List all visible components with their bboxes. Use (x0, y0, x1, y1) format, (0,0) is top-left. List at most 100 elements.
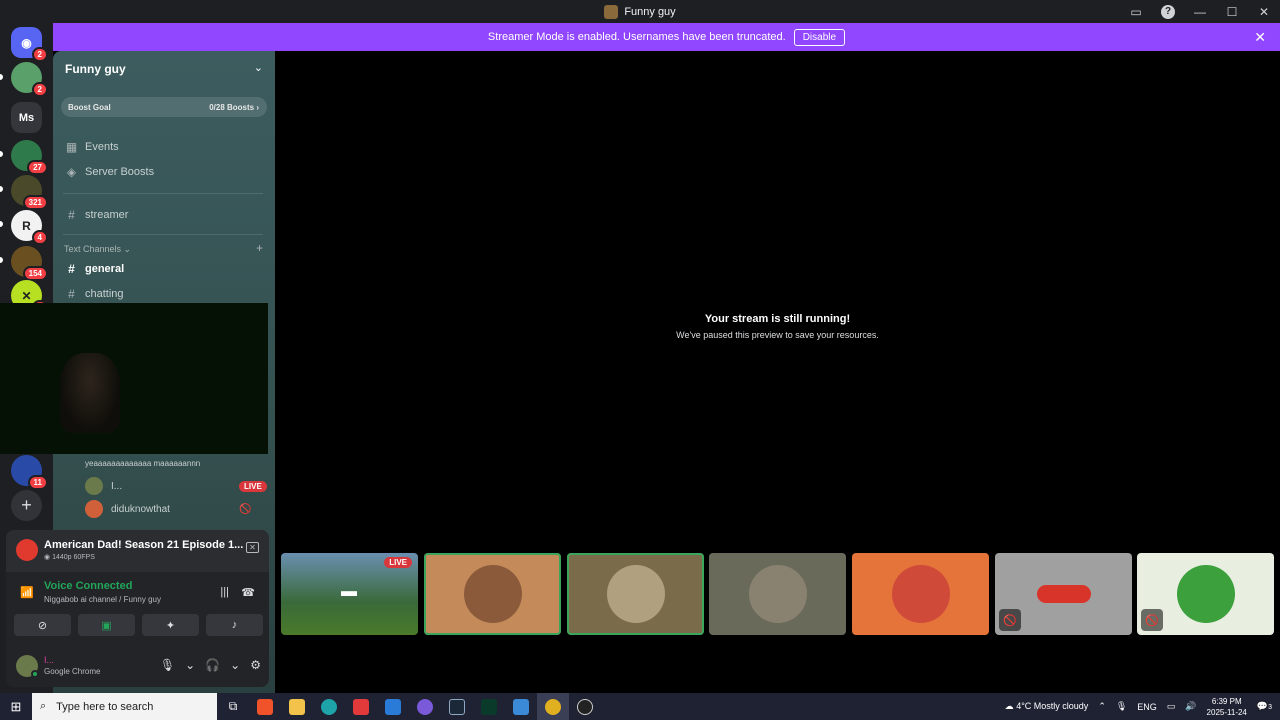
activities-button[interactable]: ✦ (142, 614, 199, 636)
volume-icon[interactable]: 🔊 (1185, 701, 1196, 712)
inbox-icon[interactable]: ▭ (1120, 0, 1152, 23)
participant-tile[interactable] (852, 553, 989, 635)
channel-chatting[interactable]: # chatting (65, 287, 123, 301)
webcam-preview[interactable] (0, 303, 268, 454)
app-icon[interactable] (569, 693, 601, 720)
unread-pill (0, 221, 3, 227)
channel-streamer[interactable]: # streamer (65, 208, 128, 222)
clock[interactable]: 6:39 PM 2025-11-24 (1207, 696, 1247, 718)
now-playing[interactable]: American Dad! Season 21 Episode 1... ◉ 1… (6, 530, 269, 572)
windows-start-icon[interactable]: ⊞ (0, 693, 32, 720)
chevron-down-icon[interactable]: ⌄ (185, 658, 195, 672)
close-window-button[interactable]: ✕ (1248, 0, 1280, 23)
chrome-icon[interactable] (537, 693, 569, 720)
edge-icon[interactable] (313, 693, 345, 720)
maximize-button[interactable]: ☐ (1216, 0, 1248, 23)
task-view-icon[interactable]: ⧉ (217, 693, 249, 720)
chevron-down-icon[interactable]: ⌄ (254, 61, 263, 74)
server-icon[interactable]: 2 (11, 62, 48, 97)
noise-suppression-icon[interactable]: ||| (220, 586, 229, 598)
steam-icon[interactable] (441, 693, 473, 720)
stop-stream-icon[interactable]: ✕ (246, 542, 259, 553)
voice-status[interactable]: Voice Connected (44, 580, 132, 592)
participant-tile[interactable] (709, 553, 846, 635)
voice-activity-text: yeaaaaaaaaaaaaa maaaaaannn (85, 459, 201, 468)
boost-goal-bar[interactable]: Boost Goal 0/28 Boosts › (61, 97, 267, 117)
server-icon[interactable]: 154 (11, 246, 48, 281)
participant-tile[interactable] (424, 553, 561, 635)
add-server-button[interactable]: + (11, 490, 42, 521)
file-explorer-icon[interactable] (281, 693, 313, 720)
app-icon[interactable] (345, 693, 377, 720)
app-icon[interactable] (377, 693, 409, 720)
server-icon[interactable]: R4 (11, 210, 48, 245)
user-name: I... (44, 655, 55, 665)
streamer-mode-text: Streamer Mode is enabled. Usernames have… (487, 31, 786, 43)
server-boosts-item[interactable]: ◈ Server Boosts (65, 165, 154, 179)
boost-goal-label: Boost Goal (68, 102, 111, 112)
chrome-shape (545, 698, 561, 715)
chevron-up-icon[interactable]: ⌃ (1098, 701, 1106, 712)
app-icon[interactable] (505, 693, 537, 720)
weather-widget[interactable]: ☁ 4°C Mostly cloudy (1005, 701, 1089, 712)
add-channel-icon[interactable]: + (256, 241, 263, 255)
participant-tile[interactable] (567, 553, 704, 635)
network-icon[interactable]: ▭ (1167, 701, 1176, 712)
server-badge: 321 (22, 195, 48, 210)
app-icon[interactable] (473, 693, 505, 720)
minimize-button[interactable]: — (1184, 0, 1216, 23)
voice-user-name: I... (111, 480, 123, 492)
language-indicator[interactable]: ENG (1137, 702, 1157, 712)
taskbar-search-text: Type here to search (56, 700, 154, 713)
app-icon[interactable] (409, 693, 441, 720)
avatar (85, 500, 103, 518)
chevron-down-icon[interactable]: ⌄ (230, 658, 240, 672)
close-icon[interactable]: ✕ (1254, 29, 1266, 46)
disable-streamer-mode-button[interactable]: Disable (793, 28, 846, 46)
microphone-icon[interactable]: 🎙 (160, 658, 175, 672)
edge-shape (321, 698, 337, 715)
server-icon[interactable]: 27 (11, 140, 48, 175)
events-item[interactable]: ▦ Events (65, 140, 119, 154)
signal-icon[interactable]: 📶 (20, 586, 34, 599)
brave-icon[interactable] (249, 693, 281, 720)
participant-tile[interactable]: 🚫 (995, 553, 1132, 635)
camera-off-button[interactable]: ⊘ (14, 614, 71, 636)
app-shape (353, 698, 369, 715)
soundboard-button[interactable]: ♪ (206, 614, 263, 636)
disconnect-icon[interactable]: ☎ (241, 586, 255, 599)
avatar (607, 565, 665, 623)
window-title: Funny guy (604, 4, 676, 19)
server-name[interactable]: Funny guy (65, 62, 126, 76)
settings-gear-icon[interactable]: ⚙ (250, 658, 261, 672)
current-user[interactable]: I... Google Chrome 🎙 ⌄ 🎧 ⌄ ⚙ (14, 655, 261, 681)
server-badge: 4 (31, 230, 48, 245)
boost-goal-value-wrap: 0/28 Boosts › (209, 102, 259, 112)
notifications-icon[interactable]: 💬3 (1257, 701, 1272, 712)
screen-share-icon: ▬ (341, 583, 357, 600)
app-shape (577, 698, 593, 715)
voice-user[interactable]: I... LIVE (85, 477, 267, 495)
taskbar-search[interactable]: ⌕ Type here to search (32, 693, 217, 720)
stream-tile[interactable]: LIVE ▬ (281, 553, 418, 635)
online-status-icon (31, 670, 39, 678)
headphones-icon[interactable]: 🎧 (205, 658, 220, 672)
home-button[interactable]: ◉ 2 (11, 27, 48, 62)
divider (63, 193, 263, 194)
microphone-icon[interactable]: 🎙 (1116, 701, 1127, 712)
participant-tile[interactable]: 🚫 (1137, 553, 1274, 635)
screen-share-button[interactable]: ▣ (78, 614, 135, 636)
voice-channel[interactable]: Niggabob ai channel / Funny guy (44, 595, 161, 604)
channel-label: streamer (85, 209, 129, 221)
channel-general[interactable]: # general (65, 262, 124, 276)
voice-user[interactable]: diduknowthat 🚫 (85, 500, 251, 518)
category-text-channels[interactable]: Text Channels ⌄ (64, 244, 131, 255)
hashtag-icon: # (68, 208, 75, 222)
avatar (749, 565, 807, 623)
server-ms-icon[interactable]: Ms (11, 102, 42, 133)
server-icon[interactable]: 321 (11, 175, 48, 210)
server-icon[interactable]: 11 (11, 455, 48, 490)
help-icon[interactable]: ? (1152, 0, 1184, 23)
server-ms-label: Ms (18, 111, 35, 124)
unread-pill (0, 74, 3, 80)
